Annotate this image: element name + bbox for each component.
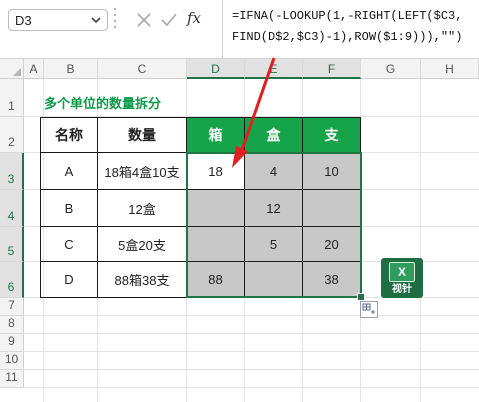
row-header-1[interactable]: 1	[0, 79, 24, 117]
quick-analysis-button[interactable]	[360, 301, 378, 318]
column-header-e[interactable]: E	[245, 59, 303, 79]
column-header-a[interactable]: A	[24, 59, 44, 79]
row-header-6[interactable]: 6	[0, 262, 24, 298]
column-header-c[interactable]: C	[98, 59, 187, 79]
cell-case[interactable]: 4	[244, 152, 303, 190]
gridline	[24, 351, 479, 352]
cell-qty[interactable]: 18箱4盒10支	[97, 152, 187, 190]
gridline	[24, 315, 479, 316]
row-header-2[interactable]: 2	[0, 117, 24, 153]
drag-handle-icon[interactable]	[114, 8, 116, 32]
cell-qty[interactable]: 88箱38支	[97, 261, 187, 298]
row-header-9[interactable]: 9	[0, 334, 24, 352]
column-header-b[interactable]: B	[44, 59, 98, 79]
formula-bar: D3 fx =IFNA(-LOOKUP(1,-RIGHT(LEFT($C3, F…	[0, 0, 479, 59]
cell-case[interactable]: 5	[244, 226, 303, 262]
row-header-5[interactable]: 5	[0, 227, 24, 262]
row-header-10[interactable]: 10	[0, 352, 24, 370]
gridline	[24, 387, 479, 388]
cell-box[interactable]	[186, 226, 245, 262]
cell-case[interactable]	[244, 261, 303, 298]
select-all-triangle-icon	[13, 68, 21, 76]
header-cell-unit[interactable]: 支	[302, 117, 361, 153]
gridline	[420, 79, 421, 402]
row-header-4[interactable]: 4	[0, 190, 24, 227]
excel-logo: X 视针	[381, 258, 423, 298]
cell-qty[interactable]: 12盒	[97, 189, 187, 227]
select-all-corner[interactable]	[0, 59, 24, 79]
header-cell-case[interactable]: 盒	[244, 117, 303, 153]
name-box[interactable]: D3	[8, 9, 108, 31]
active-cell-d3[interactable]: 18	[186, 152, 245, 190]
chevron-down-icon[interactable]	[91, 13, 101, 27]
header-cell-qty[interactable]: 数量	[97, 117, 187, 153]
row-header-8[interactable]: 8	[0, 316, 24, 334]
header-cell-name[interactable]: 名称	[40, 117, 98, 153]
gridline	[24, 369, 479, 370]
cell-box[interactable]: 88	[186, 261, 245, 298]
cell-unit[interactable]: 20	[302, 226, 361, 262]
row-header-11[interactable]: 11	[0, 370, 24, 388]
formula-input[interactable]: =IFNA(-LOOKUP(1,-RIGHT(LEFT($C3, FIND(D$…	[222, 0, 479, 58]
quick-analysis-icon	[362, 303, 375, 314]
cell-box[interactable]	[186, 189, 245, 227]
cell-unit[interactable]: 10	[302, 152, 361, 190]
column-header-f[interactable]: F	[303, 59, 361, 79]
cell-name[interactable]: B	[40, 189, 98, 227]
cell-name[interactable]: C	[40, 226, 98, 262]
cell-name[interactable]: D	[40, 261, 98, 298]
header-cell-box[interactable]: 箱	[186, 117, 245, 153]
name-box-value: D3	[15, 13, 32, 28]
excel-logo-label: 视针	[392, 284, 412, 295]
sheet-title: 多个单位的数量拆分	[44, 96, 162, 111]
column-header-h[interactable]: H	[421, 59, 479, 79]
gridline	[24, 333, 479, 334]
formula-line-1: =IFNA(-LOOKUP(1,-RIGHT(LEFT($C3,	[232, 9, 463, 23]
row-header-3[interactable]: 3	[0, 153, 24, 190]
insert-function-button[interactable]: fx	[187, 9, 201, 27]
column-header-g[interactable]: G	[361, 59, 421, 79]
confirm-icon[interactable]	[160, 11, 178, 29]
row-header-7[interactable]: 7	[0, 298, 24, 316]
fill-handle[interactable]	[357, 293, 365, 301]
cell-case[interactable]: 12	[244, 189, 303, 227]
excel-logo-glyph: X	[389, 262, 415, 282]
cell-unit[interactable]: 38	[302, 261, 361, 298]
formula-line-2: FIND(D$2,$C3)-1),ROW($1:9))),"")	[232, 30, 463, 44]
cell-unit[interactable]	[302, 189, 361, 227]
column-header-d[interactable]: D	[187, 59, 245, 79]
cell-name[interactable]: A	[40, 152, 98, 190]
cell-qty[interactable]: 5盒20支	[97, 226, 187, 262]
cancel-icon[interactable]	[135, 11, 153, 29]
